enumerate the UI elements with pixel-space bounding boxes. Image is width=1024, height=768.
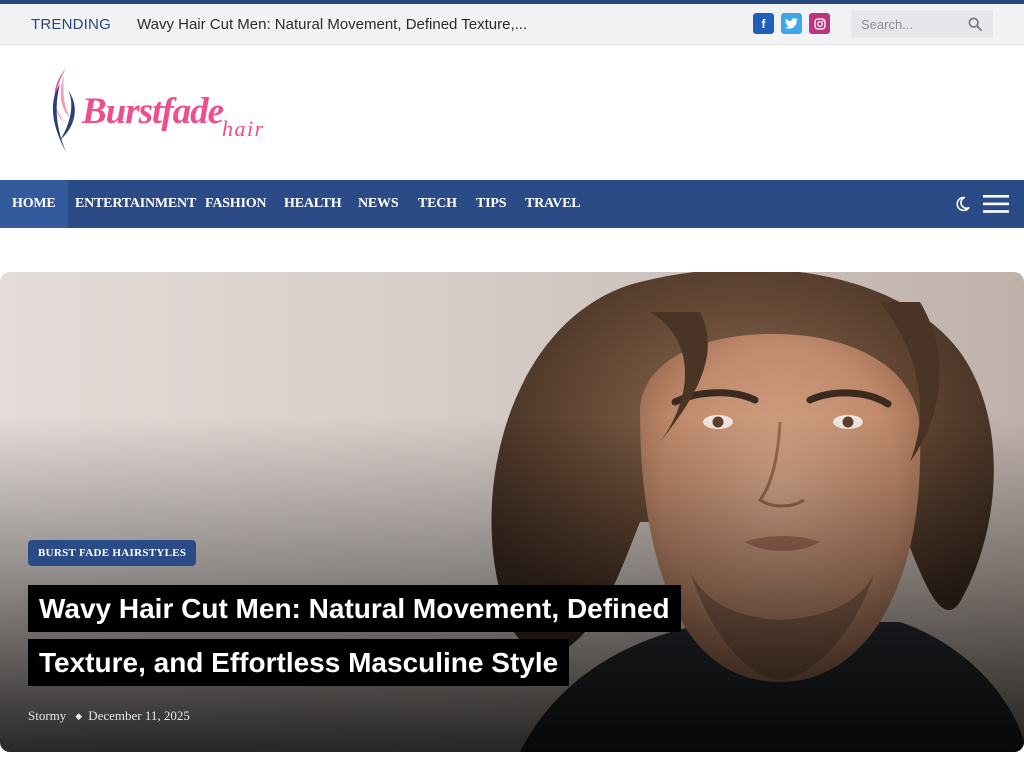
nav-item-news[interactable]: NEWS <box>346 180 410 228</box>
post-meta: Stormy ◆ December 11, 2025 <box>28 708 190 724</box>
main-navigation: HOME ENTERTAINMENT FASHION HEALTH NEWS T… <box>0 180 1024 228</box>
nav-item-tips[interactable]: TIPS <box>464 180 518 228</box>
logo-subword: hair <box>222 116 265 141</box>
trending-label: TRENDING <box>31 16 111 33</box>
hero-headline-link[interactable]: Wavy Hair Cut Men: Natural Movement, Def… <box>28 585 681 686</box>
search-icon[interactable] <box>967 16 983 32</box>
meta-separator-icon: ◆ <box>75 711 83 721</box>
featured-post-hero[interactable]: BURST FADE HAIRSTYLES Wavy Hair Cut Men:… <box>0 272 1024 752</box>
hamburger-menu-icon[interactable] <box>983 195 1009 213</box>
nav-item-tech[interactable]: TECH <box>406 180 469 228</box>
top-bar: TRENDING Wavy Hair Cut Men: Natural Move… <box>0 4 1024 45</box>
hero-headline: Wavy Hair Cut Men: Natural Movement, Def… <box>28 582 748 690</box>
post-author[interactable]: Stormy <box>28 708 66 723</box>
twitter-bird-icon <box>785 18 798 29</box>
nav-item-fashion[interactable]: FASHION <box>193 180 278 228</box>
post-date: December 11, 2025 <box>88 708 190 723</box>
facebook-glyph: f <box>761 16 766 31</box>
dark-mode-moon-icon[interactable] <box>953 194 971 214</box>
facebook-icon[interactable]: f <box>753 13 774 34</box>
instagram-icon[interactable] <box>809 13 830 34</box>
logo-wordmark: Burstfade <box>81 91 224 132</box>
trending-headline-link[interactable]: Wavy Hair Cut Men: Natural Movement, Def… <box>137 16 527 33</box>
category-badge[interactable]: BURST FADE HAIRSTYLES <box>28 540 197 566</box>
search-box <box>851 10 993 38</box>
nav-item-entertainment[interactable]: ENTERTAINMENT <box>63 180 208 228</box>
twitter-icon[interactable] <box>781 13 802 34</box>
site-logo[interactable]: Burstfade hair <box>46 66 296 158</box>
nav-item-travel[interactable]: TRAVEL <box>513 180 592 228</box>
header-logo-area: Burstfade hair <box>0 46 1024 180</box>
instagram-camera-icon <box>813 17 826 30</box>
nav-item-home[interactable]: HOME <box>0 180 68 228</box>
search-input[interactable] <box>851 10 963 38</box>
nav-item-health[interactable]: HEALTH <box>272 180 353 228</box>
